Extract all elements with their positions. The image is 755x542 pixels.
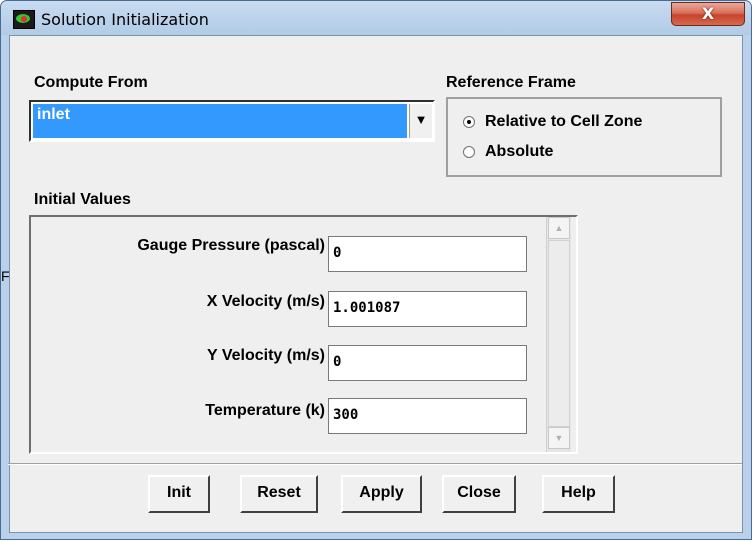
y-velocity-label: Y Velocity (m/s) [207,347,325,364]
title-bar[interactable]: Solution Initialization X [1,1,751,35]
stray-text: F [1,268,10,284]
radio-label: Absolute [485,143,554,160]
gauge-pressure-label: Gauge Pressure (pascal) [137,237,325,254]
reference-frame-label: Reference Frame [446,74,576,91]
gauge-pressure-input[interactable]: 0 [328,236,527,272]
initial-values-label: Initial Values [34,191,131,208]
scroll-down-icon[interactable]: ▼ [548,427,570,449]
scroll-up-icon[interactable]: ▲ [548,217,570,239]
x-velocity-input[interactable]: 1.001087 [328,291,527,327]
scroll-thumb[interactable] [548,240,570,427]
chevron-down-icon[interactable]: ▼ [409,104,432,138]
window-title: Solution Initialization [41,10,209,29]
temperature-input[interactable]: 300 [328,398,527,434]
compute-from-dropdown[interactable]: inlet ▼ [29,100,435,142]
close-icon: X [701,4,715,23]
reset-button[interactable]: Reset [240,475,318,513]
radio-selected-icon[interactable] [463,116,475,128]
separator [8,463,742,465]
radio-absolute[interactable]: Absolute [463,143,553,161]
radio-unselected-icon[interactable] [463,146,475,158]
y-velocity-input[interactable]: 0 [328,345,527,381]
compute-from-selected: inlet [33,104,407,138]
radio-relative-to-cell-zone[interactable]: Relative to Cell Zone [463,113,642,131]
help-button[interactable]: Help [542,475,615,513]
apply-button[interactable]: Apply [341,475,422,513]
compute-from-label: Compute From [34,74,148,91]
close-button[interactable]: Close [442,475,516,513]
vertical-scrollbar[interactable]: ▲ ▼ [546,217,571,452]
radio-label: Relative to Cell Zone [485,113,643,130]
reference-frame-group [446,97,722,177]
fluent-app-icon [13,10,35,29]
close-window-button[interactable]: X [671,2,745,26]
init-button[interactable]: Init [148,475,210,513]
x-velocity-label: X Velocity (m/s) [206,293,325,310]
temperature-label: Temperature (k) [205,402,325,419]
